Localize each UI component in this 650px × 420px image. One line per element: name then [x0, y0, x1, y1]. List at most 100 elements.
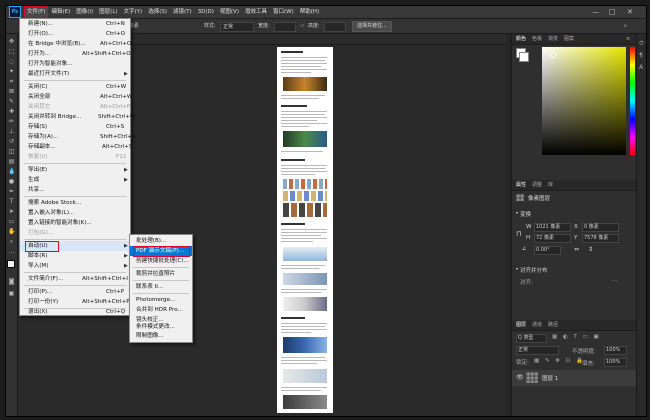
menu-item-open[interactable]: 打开(O)... Ctrl+O — [20, 29, 130, 39]
history-brush-icon[interactable]: ↺ — [8, 138, 15, 145]
brush-tool-icon[interactable]: ✏ — [8, 118, 15, 125]
maximize-icon[interactable]: □ — [609, 6, 616, 18]
path-selection-icon[interactable]: ➤ — [8, 208, 15, 215]
blend-mode-select[interactable]: 正常 — [516, 346, 559, 355]
zoom-tool-icon[interactable]: ⌕ — [8, 238, 15, 245]
angle-field[interactable]: 0.00° — [534, 246, 561, 255]
menu-item-generate[interactable]: 生成 ▶ — [20, 175, 130, 185]
eyedropper-tool-icon[interactable]: ✎ — [8, 98, 15, 105]
menu-item-place-linked[interactable]: 置入链接的智能对象(K)... — [20, 218, 130, 228]
menu-item-browse-bridge[interactable]: 在 Bridge 中浏览(B)... Alt+Ctrl+O — [20, 39, 131, 49]
minimize-icon[interactable]: — — [592, 6, 599, 18]
search-icon[interactable]: ⌕ — [624, 22, 627, 30]
color-picker-field[interactable] — [542, 47, 626, 155]
history-icon[interactable]: ⏱ — [639, 40, 644, 48]
layer-row[interactable]: 👁 图层 1 — [512, 370, 636, 386]
filter-icons[interactable]: ▦ ◐ T ▭ ▣ — [552, 334, 601, 340]
submenu-item-conditional-mode[interactable]: 条件模式更改... — [130, 323, 192, 332]
submenu-item-contact-sheet[interactable]: 联系表 II... — [130, 282, 192, 292]
menu-item-close-others[interactable]: 关闭其它 Alt+Ctrl+P — [20, 102, 130, 112]
y-field[interactable]: 7578 像素 — [582, 234, 619, 243]
flip-horizontal-icon[interactable]: ⇔ — [574, 246, 579, 253]
menu-3d[interactable]: 3D(D) — [195, 6, 217, 18]
menu-item-save[interactable]: 存储(S) Ctrl+S — [20, 122, 130, 132]
eye-icon[interactable]: 👁 — [516, 374, 524, 381]
menu-item-file-info[interactable]: 文件简介(F)... Alt+Shift+Ctrl+I — [20, 274, 130, 284]
select-and-mask-button[interactable]: 选择并遮住... — [352, 21, 392, 32]
healing-tool-icon[interactable]: ✚ — [8, 108, 15, 115]
tab-channels[interactable]: 通道 — [532, 320, 542, 330]
hue-slider[interactable] — [630, 47, 635, 155]
close-icon[interactable]: ✕ — [627, 6, 633, 18]
move-tool-icon[interactable]: ✥ — [8, 38, 15, 45]
menu-item-revert[interactable]: 恢复(V) F12 — [20, 152, 130, 162]
pen-tool-icon[interactable]: ✒ — [8, 188, 15, 195]
shape-tool-icon[interactable]: ▭ — [8, 218, 15, 225]
chevron-down-icon[interactable]: ▾ — [516, 266, 518, 271]
menu-item-print[interactable]: 打印(P)... Ctrl+P — [20, 287, 130, 297]
menu-help[interactable]: 帮助(H) — [297, 6, 322, 18]
height-field[interactable]: 72 像素 — [534, 234, 571, 243]
submenu-item-crop-straighten[interactable]: 裁剪并拉直照片 — [130, 269, 192, 279]
hand-tool-icon[interactable]: ✋ — [8, 228, 15, 235]
menu-item-export[interactable]: 导出(E) ▶ — [20, 165, 130, 175]
align-section-label[interactable]: 对齐并分布 — [520, 266, 548, 274]
more-tools-icon[interactable]: … — [8, 248, 15, 255]
background-swatch[interactable] — [519, 52, 529, 62]
document-canvas[interactable] — [277, 47, 333, 413]
tab-color[interactable]: 颜色 — [516, 34, 526, 44]
opacity-field[interactable]: 100% — [604, 346, 627, 355]
flip-vertical-icon[interactable]: ⇕ — [588, 246, 593, 253]
menu-item-search-adobe-stock[interactable]: 搜索 Adobe Stock... — [20, 198, 130, 208]
menu-file[interactable]: 文件(F) — [24, 6, 49, 18]
menu-select[interactable]: 选择(S) — [145, 6, 170, 18]
tab-adjustments[interactable]: 调整 — [532, 180, 542, 190]
panel-menu-icon[interactable]: ≡ — [626, 34, 630, 44]
layer-filter-select[interactable]: Q 类型 — [516, 334, 547, 343]
photoshop-logo[interactable]: Ps — [9, 6, 21, 18]
lasso-tool-icon[interactable]: ◌ — [8, 58, 15, 65]
menu-item-close[interactable]: 关闭(C) Ctrl+W — [20, 82, 130, 92]
swap-icon[interactable]: ⇄ — [300, 22, 304, 30]
menu-item-share[interactable]: 共享... — [20, 185, 130, 195]
fill-field[interactable]: 100% — [604, 358, 627, 367]
menu-item-print-one-copy[interactable]: 打印一份(Y) Alt+Shift+Ctrl+P — [20, 297, 130, 307]
menu-image[interactable]: 图像(I) — [73, 6, 96, 18]
menu-edit[interactable]: 编辑(E) — [48, 6, 73, 18]
tab-gradients[interactable]: 渐变 — [548, 34, 558, 44]
character-icon[interactable]: A — [639, 64, 643, 71]
menu-item-save-as[interactable]: 存储为(A)... Shift+Ctrl+S — [20, 132, 136, 142]
marquee-tool-icon[interactable]: ⬚ — [8, 48, 15, 55]
tab-layers[interactable]: 图层 — [516, 320, 526, 330]
crop-tool-icon[interactable]: ⌗ — [8, 78, 15, 85]
menu-item-package[interactable]: 打包(G)... — [20, 228, 130, 238]
menu-type[interactable]: 文字(Y) — [121, 6, 146, 18]
layer-name[interactable]: 图层 1 — [542, 374, 558, 382]
paragraph-icon[interactable]: ¶ — [639, 52, 643, 59]
stamp-tool-icon[interactable]: ⊥ — [8, 128, 15, 135]
screen-mode-icon[interactable]: ▣ — [8, 290, 15, 297]
menu-item-scripts[interactable]: 脚本(R) ▶ — [20, 251, 130, 261]
more-options-icon[interactable]: ··· — [612, 278, 617, 284]
submenu-item-photomerge[interactable]: Photomerge... — [130, 295, 192, 305]
menu-item-close-all[interactable]: 关闭全部 Alt+Ctrl+W — [20, 92, 132, 102]
tab-paths[interactable]: 路径 — [548, 320, 558, 330]
menu-item-place-embedded[interactable]: 置入嵌入对象(L)... — [20, 208, 130, 218]
magic-wand-tool-icon[interactable]: ✦ — [8, 68, 15, 75]
style-select[interactable]: 正常 — [220, 22, 254, 32]
width-field[interactable]: 1021 像素 — [534, 223, 571, 232]
link-icon[interactable]: ⊓ — [516, 230, 521, 238]
chevron-down-icon[interactable]: ▾ — [516, 210, 518, 215]
tab-properties[interactable]: 属性 — [516, 180, 526, 190]
menu-plugins[interactable]: 增效工具 — [242, 6, 270, 18]
frame-tool-icon[interactable]: ⊠ — [8, 88, 15, 95]
type-tool-icon[interactable]: T — [8, 198, 15, 205]
tab-patterns[interactable]: 图案 — [564, 34, 574, 44]
menu-item-save-copy[interactable]: 存储副本... Alt+Ctrl+S — [20, 142, 132, 152]
menu-item-exit[interactable]: 退出(X) Ctrl+Q — [20, 309, 130, 315]
eraser-tool-icon[interactable]: ◫ — [8, 148, 15, 155]
submenu-item-fit-image[interactable]: 限制图像... — [130, 332, 192, 341]
menu-item-open-as[interactable]: 打开为... Alt+Shift+Ctrl+O — [20, 49, 131, 59]
x-field[interactable]: 0 像素 — [582, 223, 619, 232]
menu-item-close-go-bridge[interactable]: 关闭并转到 Bridge... Shift+Ctrl+W — [20, 112, 136, 122]
